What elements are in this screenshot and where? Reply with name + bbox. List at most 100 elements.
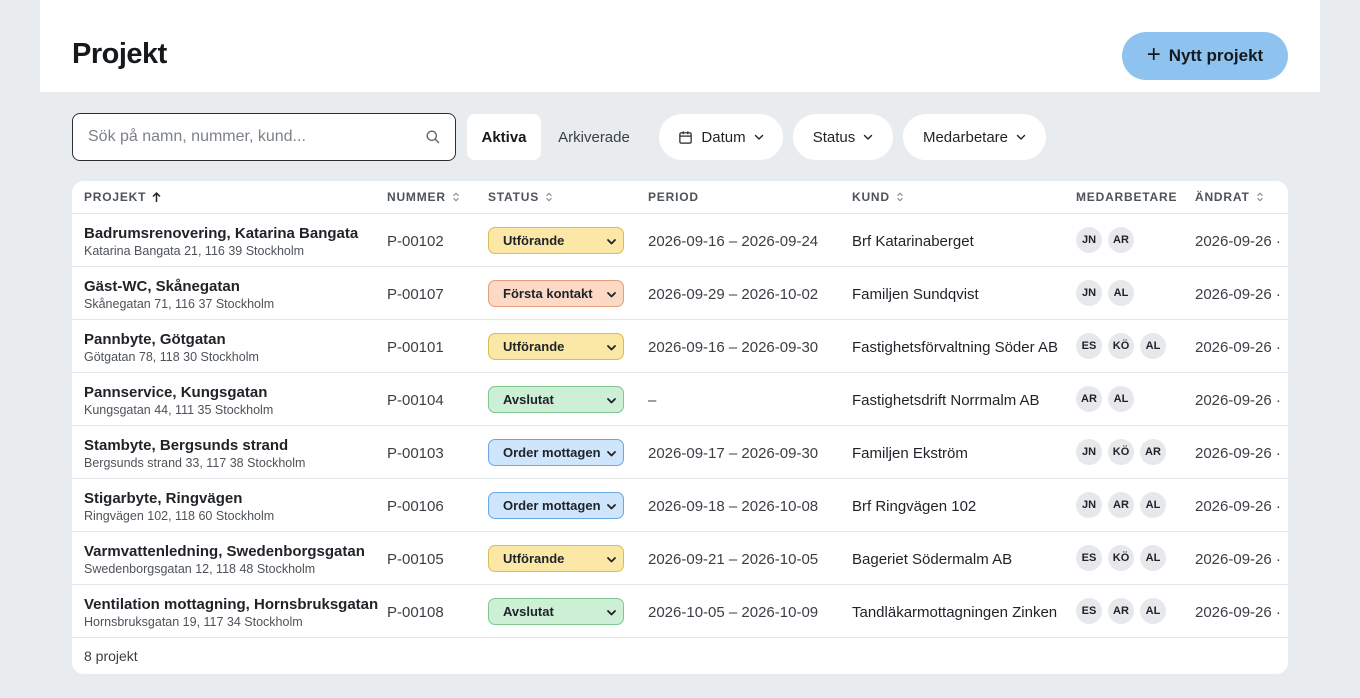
search-icon[interactable] (425, 129, 441, 145)
project-address: Hornsbruksgatan 19, 117 34 Stockholm (84, 615, 303, 629)
column-header-nummer[interactable]: NUMMER (387, 190, 460, 204)
avatar: JN (1076, 439, 1102, 465)
new-project-label: Nytt projekt (1168, 46, 1264, 65)
table-row[interactable]: Gäst-WC, Skånegatan Skånegatan 71, 116 3… (72, 267, 1288, 320)
sort-ascending-icon (152, 191, 161, 202)
avatar: AR (1108, 598, 1134, 624)
avatar: AL (1140, 598, 1166, 624)
changed-date: 2026-09-26 · (1195, 604, 1281, 621)
plus-icon: + (1146, 41, 1161, 68)
project-name[interactable]: Ventilation mottagning, Hornsbruksgatan (84, 596, 378, 613)
table-row[interactable]: Stigarbyte, Ringvägen Ringvägen 102, 118… (72, 479, 1288, 532)
staff-avatars: JN AL (1076, 280, 1134, 306)
table-row[interactable]: Pannservice, Kungsgatan Kungsgatan 44, 1… (72, 373, 1288, 426)
date-filter-label: Datum (701, 128, 746, 146)
search-box (72, 113, 456, 161)
project-period: 2026-09-21 – 2026-10-05 (648, 551, 819, 568)
status-select[interactable]: Utförande (488, 227, 624, 254)
column-header-period: PERIOD (648, 190, 699, 204)
project-name[interactable]: Gäst-WC, Skånegatan (84, 278, 240, 295)
sort-icon (1256, 192, 1263, 202)
page-header: Projekt + Nytt projekt (40, 0, 1320, 92)
project-name[interactable]: Varmvattenledning, Swedenborgsgatan (84, 543, 365, 560)
status-select[interactable]: Utförande (488, 545, 624, 572)
project-number: P-00103 (387, 445, 444, 462)
avatar: AR (1076, 386, 1102, 412)
chevron-down-icon (607, 610, 616, 616)
avatar: AL (1140, 545, 1166, 571)
table-row[interactable]: Stambyte, Bergsunds strand Bergsunds str… (72, 426, 1288, 479)
new-project-button[interactable]: + Nytt projekt (1122, 32, 1288, 80)
status-filter[interactable]: Status (793, 114, 893, 160)
project-name[interactable]: Stambyte, Bergsunds strand (84, 437, 288, 454)
tab-archived[interactable]: Arkiverade (547, 114, 641, 160)
status-value: Utförande (503, 233, 565, 248)
project-period: 2026-09-29 – 2026-10-02 (648, 286, 819, 303)
project-period: 2026-09-18 – 2026-10-08 (648, 498, 819, 515)
avatar: AL (1140, 333, 1166, 359)
avatar: KÖ (1108, 545, 1134, 571)
avatar: AL (1108, 280, 1134, 306)
table-row[interactable]: Pannbyte, Götgatan Götgatan 78, 118 30 S… (72, 320, 1288, 373)
column-header-status[interactable]: STATUS (488, 190, 553, 204)
project-name[interactable]: Badrumsrenovering, Katarina Bangata (84, 225, 358, 242)
project-address: Bergsunds strand 33, 117 38 Stockholm (84, 456, 306, 470)
status-select[interactable]: Order mottagen (488, 492, 624, 519)
project-period: 2026-09-16 – 2026-09-24 (648, 233, 819, 250)
avatar: ES (1076, 598, 1102, 624)
chevron-down-icon (607, 239, 616, 245)
changed-date: 2026-09-26 · (1195, 392, 1281, 409)
tab-active[interactable]: Aktiva (467, 114, 541, 160)
calendar-icon (679, 130, 693, 144)
status-select[interactable]: Första kontakt (488, 280, 624, 307)
column-header-projekt[interactable]: PROJEKT (84, 190, 161, 204)
avatar: JN (1076, 492, 1102, 518)
sort-icon (896, 192, 903, 202)
avatar: AL (1140, 492, 1166, 518)
project-number: P-00108 (387, 604, 444, 621)
staff-filter[interactable]: Medarbetare (903, 114, 1046, 160)
search-input[interactable] (88, 114, 418, 159)
avatar: JN (1076, 280, 1102, 306)
avatar: AR (1108, 492, 1134, 518)
project-number: P-00107 (387, 286, 444, 303)
status-select[interactable]: Avslutat (488, 386, 624, 413)
column-header-andrat[interactable]: ÄNDRAT (1195, 190, 1264, 204)
project-number: P-00101 (387, 339, 444, 356)
staff-avatars: JN KÖ AR (1076, 439, 1166, 465)
column-header-kund[interactable]: KUND (852, 190, 904, 204)
sort-icon (452, 192, 459, 202)
project-address: Kungsgatan 44, 111 35 Stockholm (84, 403, 274, 417)
project-number: P-00102 (387, 233, 444, 250)
project-name[interactable]: Pannbyte, Götgatan (84, 331, 226, 348)
changed-date: 2026-09-26 · (1195, 339, 1281, 356)
chevron-down-icon (1016, 134, 1026, 140)
table-row[interactable]: Varmvattenledning, Swedenborgsgatan Swed… (72, 532, 1288, 585)
status-select[interactable]: Avslutat (488, 598, 624, 625)
changed-date: 2026-09-26 · (1195, 498, 1281, 515)
status-select[interactable]: Order mottagen (488, 439, 624, 466)
status-value: Order mottagen (503, 445, 601, 460)
project-address: Skånegatan 71, 116 37 Stockholm (84, 297, 275, 311)
project-count: 8 projekt (84, 648, 138, 664)
table-row[interactable]: Badrumsrenovering, Katarina Bangata Kata… (72, 214, 1288, 267)
project-name[interactable]: Stigarbyte, Ringvägen (84, 490, 242, 507)
status-select[interactable]: Utförande (488, 333, 624, 360)
column-label: MEDARBETARE (1076, 190, 1178, 204)
customer-name: Familjen Sundqvist (852, 286, 979, 303)
changed-date: 2026-09-26 · (1195, 233, 1281, 250)
date-filter[interactable]: Datum (659, 114, 783, 160)
project-name[interactable]: Pannservice, Kungsgatan (84, 384, 267, 401)
chevron-down-icon (864, 134, 873, 140)
project-address: Katarina Bangata 21, 116 39 Stockholm (84, 244, 305, 258)
customer-name: Fastighetsdrift Norrmalm AB (852, 392, 1040, 409)
chevron-down-icon (754, 134, 763, 140)
sort-icon (546, 192, 552, 202)
customer-name: Tandläkarmottagningen Zinken (852, 604, 1058, 621)
staff-avatars: AR AL (1076, 386, 1134, 412)
chevron-down-icon (607, 398, 616, 404)
table-row[interactable]: Ventilation mottagning, Hornsbruksgatan … (72, 585, 1288, 638)
customer-name: Brf Ringvägen 102 (852, 498, 977, 515)
column-header-medarbetare: MEDARBETARE (1076, 190, 1177, 204)
status-value: Första kontakt (503, 286, 593, 301)
